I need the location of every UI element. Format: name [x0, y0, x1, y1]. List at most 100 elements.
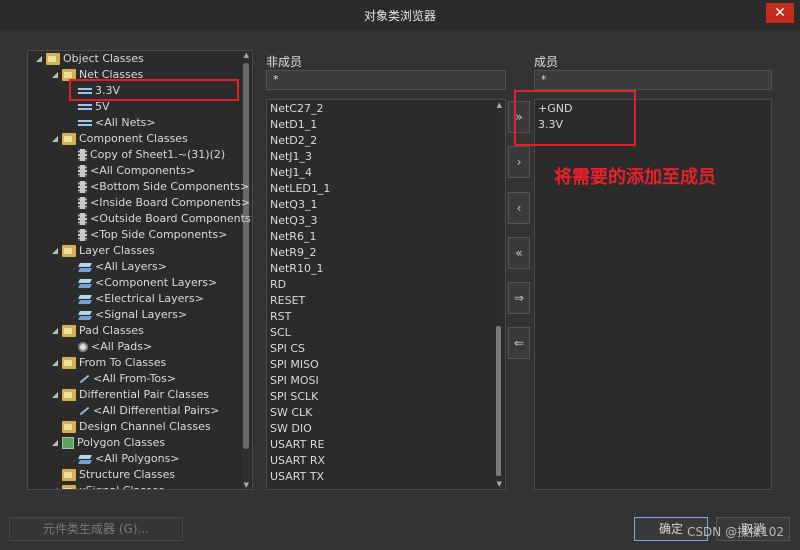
window-title: 对象类浏览器	[363, 8, 436, 23]
tree-item-label: Copy of Sheet1.~(31)(2)	[90, 148, 226, 161]
tree-scroll-thumb[interactable]	[243, 63, 249, 449]
expand-arrow-icon[interactable]: ◢	[50, 323, 60, 339]
list-item[interactable]: NetC27_2	[270, 101, 324, 117]
tree-item-label: 5V	[95, 100, 110, 113]
list-item[interactable]: SPI SCLK	[270, 389, 318, 405]
tree-item[interactable]: <Inside Board Components>	[66, 195, 250, 211]
expand-arrow-icon[interactable]: ◢	[50, 387, 60, 403]
close-button[interactable]: ✕	[766, 3, 794, 23]
list-item[interactable]: NetR6_1	[270, 229, 316, 245]
expand-arrow-icon[interactable]: ◢	[50, 355, 60, 371]
tree-item[interactable]: ◢ Polygon Classes	[50, 435, 165, 451]
list-item[interactable]: USART RX	[270, 453, 325, 469]
remove-all-button[interactable]: «	[508, 237, 530, 269]
object-classes-tree[interactable]: ▲ ▼ ◢ Object Classes ◢ Net Classes 3.3V 5V <Al…	[27, 50, 253, 490]
list-item[interactable]: USART RE	[270, 437, 324, 453]
tree-item-label: <Inside Board Components>	[90, 196, 251, 209]
remove-selected-button[interactable]: ‹	[508, 192, 530, 224]
folder-icon	[62, 133, 76, 145]
remove-matching-button[interactable]: ⇐	[508, 327, 530, 359]
list-item[interactable]: RD	[270, 277, 286, 293]
tree-item-label: Object Classes	[63, 52, 144, 65]
non-members-scroll-thumb[interactable]	[496, 326, 501, 476]
non-members-label: 非成员	[266, 55, 303, 69]
non-members-filter-input[interactable]: *	[266, 70, 506, 90]
add-selected-button[interactable]: ›	[508, 146, 530, 178]
tree-item[interactable]: <All Layers>	[66, 259, 167, 275]
tree-item[interactable]: Design Channel Classes	[50, 419, 211, 435]
list-item[interactable]: SPI CS	[270, 341, 305, 357]
tree-item-label: xSignal Classes	[79, 483, 164, 489]
tree-item[interactable]: <Top Side Components>	[66, 227, 227, 243]
tree-item[interactable]: <Electrical Layers>	[66, 291, 204, 307]
net-icon	[78, 118, 92, 128]
highlight-box-members	[514, 90, 636, 146]
scroll-down-arrow-icon[interactable]: ▼	[244, 481, 249, 489]
tree-item[interactable]: <Outside Board Components>	[66, 211, 253, 227]
tree-item[interactable]: ◢ From To Classes	[50, 355, 166, 371]
tree-item[interactable]: ◢ Pad Classes	[50, 323, 144, 339]
list-item[interactable]: NetQ3_1	[270, 197, 317, 213]
expand-arrow-icon[interactable]: ◢	[50, 67, 60, 83]
layer-icon	[78, 454, 92, 465]
tree-item[interactable]: <Signal Layers>	[66, 307, 187, 323]
list-item[interactable]: NetR10_1	[270, 261, 323, 277]
expand-arrow-icon[interactable]: ◢	[50, 435, 60, 451]
list-item[interactable]: NetJ1_4	[270, 165, 312, 181]
tree-item[interactable]: ◢ Layer Classes	[50, 243, 155, 259]
tree-item-label: <Outside Board Components>	[90, 212, 253, 225]
list-item[interactable]: SW CLK	[270, 405, 312, 421]
tree-scrollbar[interactable]: ▲ ▼	[242, 51, 250, 489]
list-item[interactable]: NetQ3_3	[270, 213, 317, 229]
scroll-up-arrow-icon[interactable]: ▲	[497, 101, 502, 109]
tree-item[interactable]: ◢ Object Classes	[34, 51, 144, 67]
list-item[interactable]: NetR9_2	[270, 245, 316, 261]
list-item[interactable]: RST	[270, 309, 291, 325]
list-item[interactable]: NetD2_2	[270, 133, 317, 149]
members-filter-input[interactable]: *	[534, 70, 772, 90]
list-item[interactable]: SPI MOSI	[270, 373, 319, 389]
class-generator-button[interactable]: 元件类生成器 (G)...	[9, 517, 183, 541]
list-item[interactable]: NetLED1_1	[270, 181, 330, 197]
list-item[interactable]: NetD1_1	[270, 117, 317, 133]
list-item[interactable]: NetJ1_3	[270, 149, 312, 165]
tree-item[interactable]: <Component Layers>	[66, 275, 217, 291]
tree-item[interactable]: <All Pads>	[66, 339, 152, 355]
tree-item[interactable]: <All Differential Pairs>	[66, 403, 219, 419]
list-item[interactable]: SPI MISO	[270, 357, 319, 373]
component-icon	[78, 213, 87, 225]
tree-item[interactable]: <Bottom Side Components>	[66, 179, 249, 195]
from-to-icon	[78, 373, 90, 385]
tree-item[interactable]: <All From-Tos>	[66, 371, 176, 387]
tree-item[interactable]: <All Polygons>	[66, 451, 180, 467]
list-item[interactable]: SCL	[270, 325, 291, 341]
tree-item[interactable]: ◢ Differential Pair Classes	[50, 387, 209, 403]
component-icon	[78, 197, 87, 209]
list-item[interactable]: SW DIO	[270, 421, 312, 437]
list-item[interactable]: USART TX	[270, 469, 324, 485]
scroll-down-arrow-icon[interactable]: ▼	[497, 480, 502, 488]
folder-icon	[62, 469, 76, 481]
expand-arrow-icon[interactable]: ◢	[50, 131, 60, 147]
annotation-text: 将需要的添加至成员	[554, 167, 716, 188]
net-icon	[78, 102, 92, 112]
non-members-scrollbar[interactable]: ▲ ▼	[494, 101, 504, 488]
diff-pair-icon	[78, 405, 90, 417]
expand-arrow-icon[interactable]: ◢	[50, 243, 60, 259]
non-members-list[interactable]: ▲ ▼ NetC27_2 NetD1_1 NetD2_2 NetJ1_3 NetJ1_4…	[266, 99, 506, 490]
tree-item[interactable]: Structure Classes	[50, 467, 175, 483]
tree-item[interactable]: 5V	[66, 99, 110, 115]
tree-item[interactable]: <All Components>	[66, 163, 195, 179]
members-list[interactable]: +GND 3.3V	[534, 99, 772, 490]
folder-icon	[62, 245, 76, 257]
tree-item[interactable]: ◢ Component Classes	[50, 131, 188, 147]
scroll-up-arrow-icon[interactable]: ▲	[244, 51, 249, 59]
expand-arrow-icon[interactable]: ◢	[50, 483, 60, 489]
add-matching-button[interactable]: ⇒	[508, 282, 530, 314]
expand-arrow-icon[interactable]: ◢	[34, 51, 44, 67]
tree-item[interactable]: <All Nets>	[66, 115, 156, 131]
tree-item[interactable]: Copy of Sheet1.~(31)(2)	[66, 147, 225, 163]
tree-item-label: <All Pads>	[91, 340, 153, 353]
list-item[interactable]: RESET	[270, 293, 305, 309]
tree-item[interactable]: ◢ xSignal Classes	[50, 483, 164, 489]
